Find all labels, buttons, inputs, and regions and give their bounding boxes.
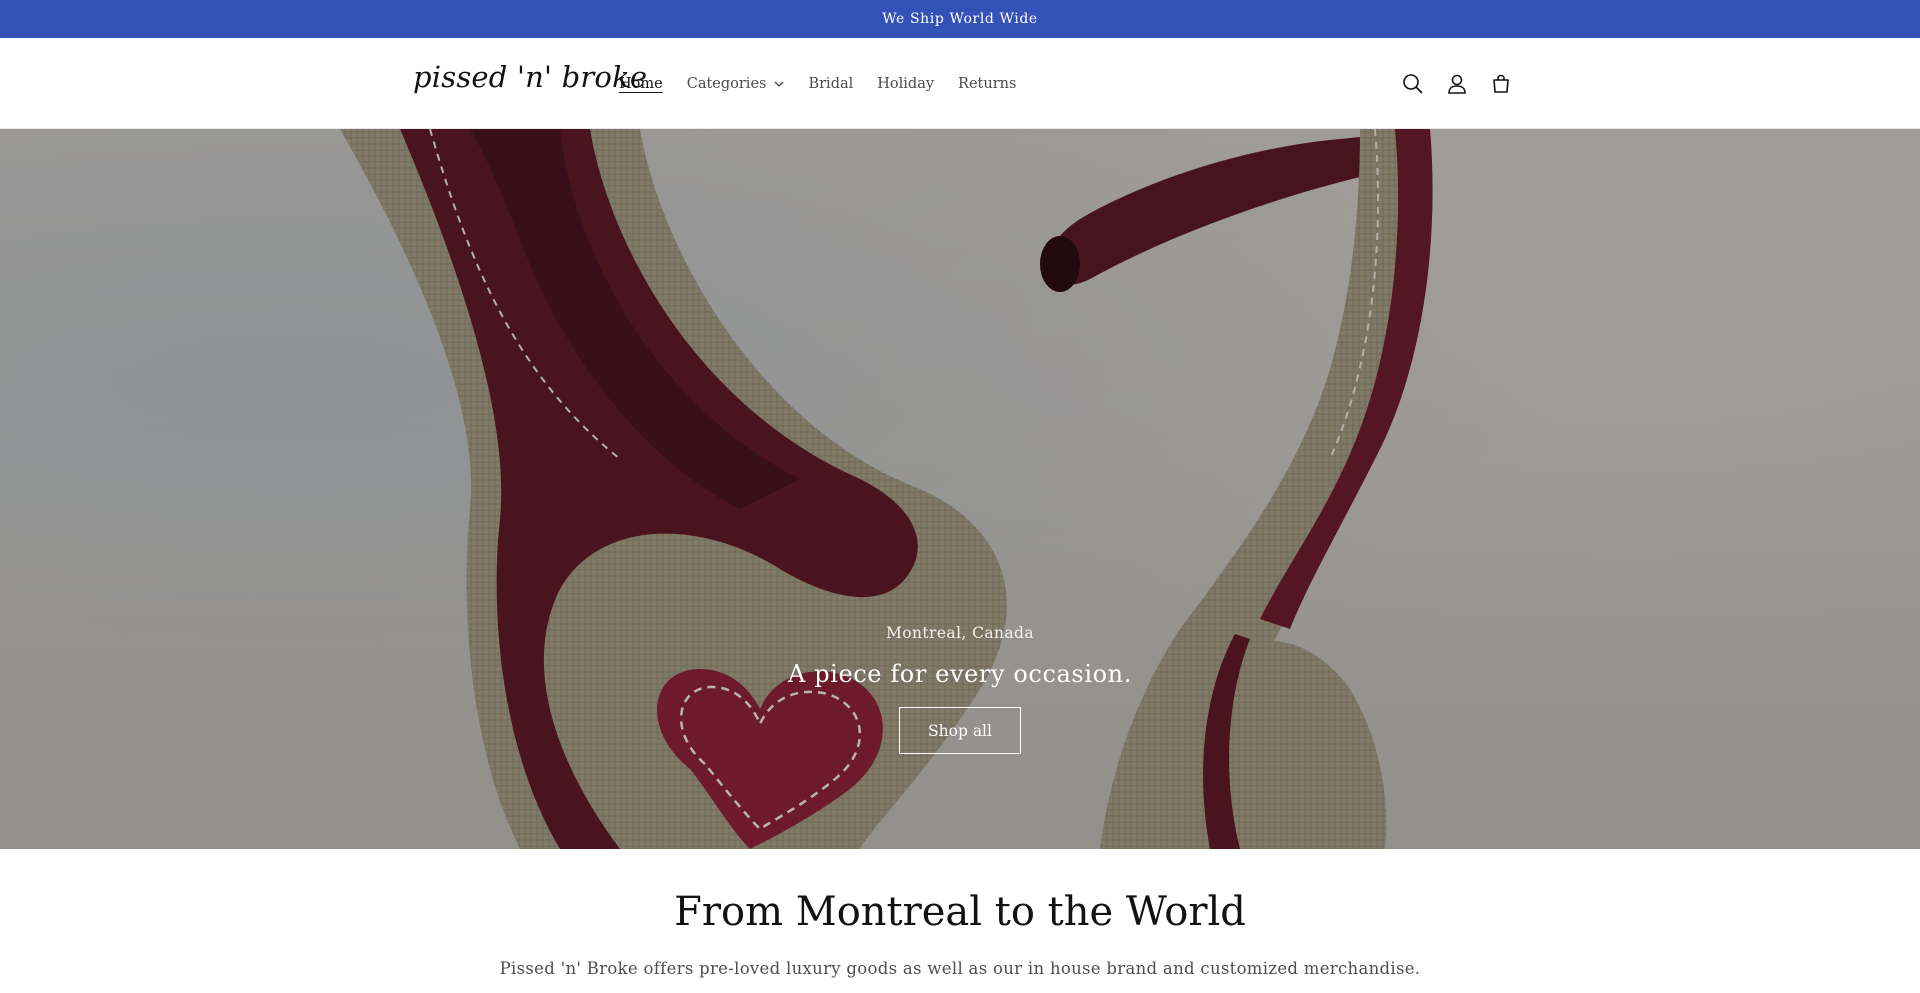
hero-subheading: Montreal, Canada xyxy=(886,624,1034,642)
hero-banner: Montreal, Canada A piece for every occas… xyxy=(0,129,1920,849)
announcement-text: We Ship World Wide xyxy=(882,11,1038,27)
intro-text: Pissed 'n' Broke offers pre-loved luxury… xyxy=(499,959,1421,978)
cart-icon xyxy=(1493,74,1509,93)
nav-home[interactable]: Home xyxy=(607,68,675,100)
intro-title: From Montreal to the World xyxy=(674,889,1246,935)
search-icon xyxy=(1403,73,1423,94)
site-header: pissed 'n' broke Home Categories Bridal … xyxy=(0,38,1920,129)
account-icon xyxy=(1448,74,1466,94)
hero-content: Montreal, Canada A piece for every occas… xyxy=(0,624,1920,754)
announcement-bar: We Ship World Wide xyxy=(0,0,1920,38)
nav-bridal[interactable]: Bridal xyxy=(796,68,865,100)
intro-section: From Montreal to the World Pissed 'n' Br… xyxy=(0,849,1920,993)
chevron-down-icon xyxy=(775,81,784,87)
nav-categories-label: Categories xyxy=(686,75,767,92)
search-button[interactable] xyxy=(1399,70,1427,98)
shop-all-button[interactable]: Shop all xyxy=(899,707,1021,754)
header-icons xyxy=(1399,38,1515,129)
account-button[interactable] xyxy=(1443,70,1471,98)
nav-returns[interactable]: Returns xyxy=(946,68,1028,100)
main-navigation: Home Categories Bridal Holiday Returns xyxy=(607,38,1028,129)
hero-heading: A piece for every occasion. xyxy=(788,660,1132,688)
nav-categories[interactable]: Categories xyxy=(675,68,797,100)
nav-holiday[interactable]: Holiday xyxy=(865,68,946,100)
cart-button[interactable] xyxy=(1487,70,1515,98)
